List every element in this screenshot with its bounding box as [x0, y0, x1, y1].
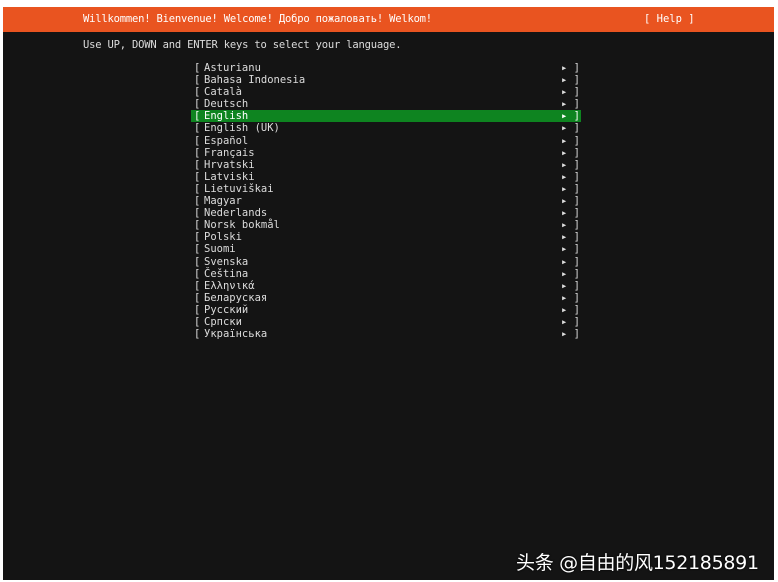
language-list: [Asturianu ▸ ][Bahasa Indonesia ▸ ][Català…: [191, 62, 581, 340]
submenu-arrow-icon: ▸ ]: [561, 207, 580, 220]
language-option[interactable]: [Беларуская ▸ ]: [191, 292, 581, 304]
open-bracket: [: [194, 98, 201, 111]
instruction-text: Use UP, DOWN and ENTER keys to select yo…: [83, 39, 402, 51]
language-option[interactable]: [English (UK) ▸ ]: [191, 122, 581, 134]
open-bracket: [: [194, 170, 201, 183]
open-bracket: [: [194, 267, 201, 280]
header-bar: Willkommen! Bienvenue! Welcome! Добро по…: [3, 7, 774, 32]
submenu-arrow-icon: ▸ ]: [561, 182, 580, 195]
language-name: Deutsch: [204, 98, 249, 111]
open-bracket: [: [194, 291, 201, 304]
language-name: Français: [204, 146, 255, 159]
open-bracket: [: [194, 279, 201, 292]
submenu-arrow-icon: ▸ ]: [561, 243, 580, 256]
language-name: Svenska: [204, 255, 249, 268]
open-bracket: [: [194, 219, 201, 232]
language-option[interactable]: [Українська ▸ ]: [191, 328, 581, 340]
language-name: Čeština: [204, 267, 249, 280]
open-bracket: [: [194, 195, 201, 208]
submenu-arrow-icon: ▸ ]: [561, 110, 580, 123]
submenu-arrow-icon: ▸ ]: [561, 146, 580, 159]
open-bracket: [: [194, 74, 201, 87]
submenu-arrow-icon: ▸ ]: [561, 134, 580, 147]
language-option[interactable]: [Čeština ▸ ]: [191, 268, 581, 280]
language-option[interactable]: [Español ▸ ]: [191, 135, 581, 147]
submenu-arrow-icon: ▸ ]: [561, 219, 580, 232]
language-option[interactable]: [English ▸ ]: [191, 110, 581, 123]
language-option[interactable]: [Bahasa Indonesia ▸ ]: [191, 74, 581, 86]
language-name: Suomi: [204, 243, 236, 256]
submenu-arrow-icon: ▸ ]: [561, 86, 580, 99]
language-name: Українська: [204, 328, 268, 341]
open-bracket: [: [194, 62, 201, 74]
language-name: Ελληνικά: [204, 279, 255, 292]
language-name: Беларуская: [204, 291, 268, 304]
help-button[interactable]: [ Help ]: [644, 13, 695, 25]
submenu-arrow-icon: ▸ ]: [561, 279, 580, 292]
submenu-arrow-icon: ▸ ]: [561, 255, 580, 268]
installer-screen: Willkommen! Bienvenue! Welcome! Добро по…: [3, 7, 774, 580]
submenu-arrow-icon: ▸ ]: [561, 74, 580, 87]
language-option[interactable]: [Magyar ▸ ]: [191, 195, 581, 207]
open-bracket: [: [194, 146, 201, 159]
open-bracket: [: [194, 110, 201, 123]
open-bracket: [: [194, 243, 201, 256]
submenu-arrow-icon: ▸ ]: [561, 267, 580, 280]
language-name: Nederlands: [204, 207, 268, 220]
submenu-arrow-icon: ▸ ]: [561, 98, 580, 111]
language-option[interactable]: [Deutsch ▸ ]: [191, 98, 581, 110]
language-option[interactable]: [Català ▸ ]: [191, 86, 581, 98]
submenu-arrow-icon: ▸ ]: [561, 158, 580, 171]
language-option[interactable]: [Hrvatski ▸ ]: [191, 159, 581, 171]
open-bracket: [: [194, 255, 201, 268]
language-option[interactable]: [Suomi ▸ ]: [191, 243, 581, 255]
watermark: 头条 @自由的风152185891: [516, 552, 759, 574]
language-option[interactable]: [Polski ▸ ]: [191, 231, 581, 243]
language-name: Hrvatski: [204, 158, 255, 171]
submenu-arrow-icon: ▸ ]: [561, 315, 580, 328]
language-option[interactable]: [Српски ▸ ]: [191, 316, 581, 328]
submenu-arrow-icon: ▸ ]: [561, 291, 580, 304]
language-name: Norsk bokmål: [204, 219, 280, 232]
language-option[interactable]: [Norsk bokmål ▸ ]: [191, 219, 581, 231]
header-title: Willkommen! Bienvenue! Welcome! Добро по…: [83, 13, 432, 25]
language-option[interactable]: [Français ▸ ]: [191, 147, 581, 159]
open-bracket: [: [194, 122, 201, 135]
language-name: Latviski: [204, 170, 255, 183]
language-name: English: [204, 110, 249, 123]
language-option[interactable]: [Asturianu ▸ ]: [191, 62, 581, 74]
language-name: Català: [204, 86, 242, 99]
language-option[interactable]: [Svenska ▸ ]: [191, 256, 581, 268]
open-bracket: [: [194, 207, 201, 220]
language-name: Asturianu: [204, 62, 261, 74]
language-name: Русский: [204, 303, 249, 316]
open-bracket: [: [194, 231, 201, 244]
language-name: Polski: [204, 231, 242, 244]
language-option[interactable]: [Ελληνικά ▸ ]: [191, 280, 581, 292]
language-name: English (UK): [204, 122, 280, 135]
language-name: Español: [204, 134, 249, 147]
open-bracket: [: [194, 328, 201, 341]
language-name: Magyar: [204, 195, 242, 208]
language-name: Српски: [204, 315, 242, 328]
language-option[interactable]: [Latviski ▸ ]: [191, 171, 581, 183]
submenu-arrow-icon: ▸ ]: [561, 231, 580, 244]
language-option[interactable]: [Nederlands ▸ ]: [191, 207, 581, 219]
submenu-arrow-icon: ▸ ]: [561, 170, 580, 183]
language-option[interactable]: [Lietuviškai ▸ ]: [191, 183, 581, 195]
open-bracket: [: [194, 182, 201, 195]
open-bracket: [: [194, 134, 201, 147]
submenu-arrow-icon: ▸ ]: [561, 195, 580, 208]
open-bracket: [: [194, 303, 201, 316]
open-bracket: [: [194, 315, 201, 328]
language-name: Bahasa Indonesia: [204, 74, 306, 87]
submenu-arrow-icon: ▸ ]: [561, 303, 580, 316]
open-bracket: [: [194, 158, 201, 171]
submenu-arrow-icon: ▸ ]: [561, 328, 580, 341]
submenu-arrow-icon: ▸ ]: [561, 62, 580, 74]
open-bracket: [: [194, 86, 201, 99]
submenu-arrow-icon: ▸ ]: [561, 122, 580, 135]
language-option[interactable]: [Русский ▸ ]: [191, 304, 581, 316]
language-name: Lietuviškai: [204, 182, 274, 195]
